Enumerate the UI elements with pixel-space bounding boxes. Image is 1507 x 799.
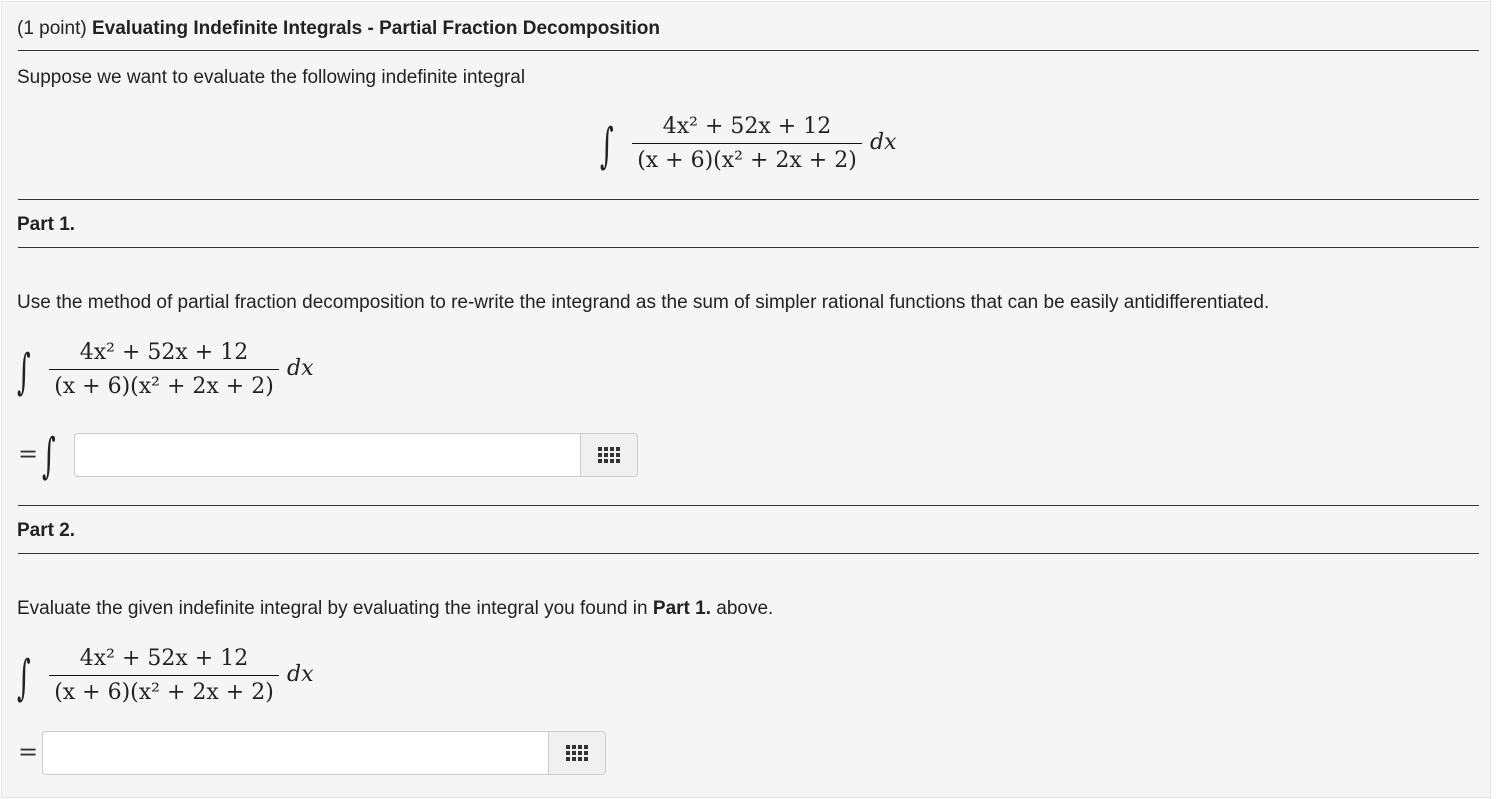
differential: dx [287, 662, 314, 687]
part2-instructions: Evaluate the given indefinite integral b… [17, 598, 773, 620]
equation-editor-button[interactable] [580, 433, 638, 477]
divider [18, 247, 1479, 248]
integrand-fraction: 4x² + 52x + 12 (x + 6)(x² + 2x + 2) [49, 646, 279, 706]
part2-answer-group [42, 731, 606, 775]
intro-text: Suppose we want to evaluate the followin… [17, 67, 526, 88]
part1-integral: ∫ 4x² + 52x + 12 (x + 6)(x² + 2x + 2) dx [17, 340, 337, 410]
part1-answer-input[interactable] [74, 433, 580, 477]
equals-sign: = [18, 738, 39, 766]
part2-instructions-bold: Part 1. [652, 598, 711, 619]
part2-answer-input[interactable] [42, 731, 548, 775]
integral-sign-icon: ∫ [600, 118, 614, 174]
equation-editor-grid-icon [598, 447, 620, 463]
integrand-denominator: (x + 6)(x² + 2x + 2) [54, 680, 274, 705]
display-integral: ∫ 4x² + 52x + 12 (x + 6)(x² + 2x + 2) dx [600, 114, 920, 184]
integrand-denominator: (x + 6)(x² + 2x + 2) [54, 374, 274, 399]
problem-header: (1 point) Evaluating Indefinite Integral… [17, 18, 660, 40]
part1-instructions: Use the method of partial fraction decom… [17, 292, 1270, 313]
integral-sign-icon: ∫ [17, 344, 31, 400]
differential: dx [287, 356, 314, 381]
differential: dx [870, 130, 897, 155]
part2-integral: ∫ 4x² + 52x + 12 (x + 6)(x² + 2x + 2) dx [17, 646, 337, 716]
fraction-bar [49, 675, 279, 676]
integrand-fraction: 4x² + 52x + 12 (x + 6)(x² + 2x + 2) [632, 114, 862, 174]
points-label: (1 point) [17, 18, 87, 39]
divider [18, 199, 1479, 200]
integral-sign-icon: ∫ [17, 650, 31, 706]
integrand-numerator: 4x² + 52x + 12 [79, 340, 249, 365]
integrand-numerator: 4x² + 52x + 12 [662, 114, 832, 139]
part2-heading: Part 2. [17, 520, 76, 541]
part1-answer-group [74, 433, 638, 477]
part1-heading: Part 1. [17, 214, 76, 235]
equation-editor-button[interactable] [548, 731, 606, 775]
problem-title: Evaluating Indefinite Integrals - Partia… [91, 18, 660, 39]
divider [18, 553, 1479, 554]
divider [18, 505, 1479, 506]
integrand-denominator: (x + 6)(x² + 2x + 2) [637, 148, 857, 173]
part2-instructions-text-end: above. [710, 598, 774, 619]
integrand-numerator: 4x² + 52x + 12 [79, 646, 249, 671]
divider [18, 50, 1479, 51]
integrand-fraction: 4x² + 52x + 12 (x + 6)(x² + 2x + 2) [49, 340, 279, 400]
part2-instructions-text: Evaluate the given indefinite integral b… [17, 598, 653, 619]
problem-panel: (1 point) Evaluating Indefinite Integral… [1, 1, 1491, 798]
equation-editor-grid-icon [566, 745, 588, 761]
equals-sign: = [18, 440, 39, 468]
fraction-bar [632, 143, 862, 144]
integral-sign-icon: ∫ [42, 428, 56, 484]
fraction-bar [49, 369, 279, 370]
